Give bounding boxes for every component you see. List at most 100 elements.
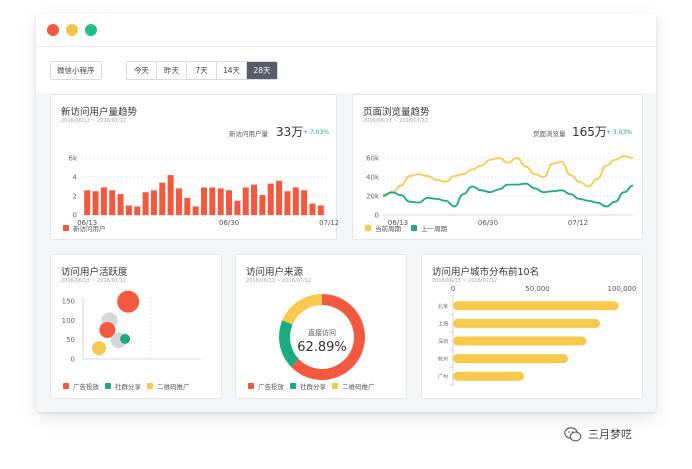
range-yesterday[interactable]: 昨天 [157,62,187,79]
x-tick-label: 07/12 [319,219,338,227]
scatter-point [117,290,140,313]
bar [217,188,224,215]
category-label: 杭州 [438,356,448,363]
category-label: 深圳 [438,338,448,345]
y-tick-label: 150 [62,297,75,305]
range-7d[interactable]: 7天 [187,62,217,79]
range-today[interactable]: 今天 [127,62,157,79]
legend-label: 当前周期 [375,225,401,233]
x-tick-label: 07/12 [568,219,588,227]
range-28d[interactable]: 28天 [247,62,277,79]
bar [309,203,316,215]
legend-swatch [63,383,69,389]
bar [192,206,199,215]
legend-item[interactable]: 上一周期 [411,223,447,233]
bar [292,187,299,215]
x-tick-label: 0 [451,285,455,293]
legend-swatch [411,225,417,231]
bar [284,191,291,215]
bar [184,197,191,215]
legend-swatch [248,383,254,389]
bar [109,190,116,215]
category-label: 广州 [438,373,448,380]
donut-center-label: 直接访问 [308,329,336,337]
wechat-watermark: 三月梦呓 [564,426,632,442]
legend-item[interactable]: 社群分享 [290,381,326,391]
legend-swatch [365,225,371,231]
series-line [382,182,634,208]
scatter-point [120,333,131,344]
cities-bar-chart: 0 50,000 100,000 北京上海深圳杭州广州 [438,285,637,386]
new-users-card: 新访问用户量趋势 2016/06/13 ~ 2016/07/12 新访问用户量 … [50,94,338,240]
cities-card: 访问用户城市分布前10名 2016/06/13 ~ 2016/07/12 0 50… [421,254,643,399]
y-tick-label: 100 [62,317,75,325]
bar [167,175,174,215]
legend-label: 广告投放 [73,383,99,391]
minimize-window-dot[interactable] [66,24,78,36]
bar [267,183,274,215]
y-tick-label: 6k [68,155,77,163]
y-tick-label: 60k [366,155,380,163]
bar [259,195,266,215]
bar [150,190,157,215]
legend-item[interactable]: 广告投放 [248,381,284,391]
legend-item[interactable]: 二维码推广 [332,381,375,391]
x-tick-label: 100,000 [608,285,637,293]
close-window-dot[interactable] [47,24,59,36]
x-tick-label: 06/30 [478,219,498,227]
bar [317,205,324,215]
new-users-bar-chart: 0246k06/13 06/30 07/12 [68,155,338,228]
date-range-selector: 今天 昨天 7天 14天 28天 [126,61,278,80]
legend-label: 新访问用户 [73,225,106,233]
app-select[interactable]: 微信小程序 [50,61,102,80]
x-tick-label: 50,000 [525,285,550,293]
legend-item[interactable]: 当前周期 [365,223,401,233]
bar [226,190,233,215]
legend-swatch [332,383,338,389]
legend-label: 上一周期 [421,225,447,233]
bar [117,194,124,215]
legend-label: 二维码推广 [157,383,190,391]
chart-legend: 广告投放 社群分享 二维码推广 [63,381,190,391]
bar [453,354,568,364]
legend-label: 二维码推广 [342,383,375,391]
bar [453,336,587,346]
bar [159,182,166,215]
y-tick-label: 40k [366,174,380,182]
legend-swatch [290,383,296,389]
legend-item[interactable]: 社群分享 [105,381,141,391]
y-tick-label: 2 [73,193,77,201]
legend-item[interactable]: 新访问用户 [63,223,106,233]
maximize-window-dot[interactable] [85,24,97,36]
activity-scatter-chart: 0 50 100 150 [62,290,201,364]
chart-legend: 当前周期 上一周期 [365,223,447,233]
bar [234,200,241,215]
legend-item[interactable]: 广告投放 [63,381,99,391]
series-line [382,155,634,195]
activity-card: 访问用户活跃度 2016/06/13 ~ 2016/07/12 0 50 100 15… [50,254,222,399]
page-views-line-chart: 020k40k60k06/13 06/30 07/12 [366,155,634,227]
bar [84,190,91,215]
app-window: 微信小程序 今天 昨天 7天 14天 28天 新访问用户量趋势 2016/06/… [36,14,656,412]
bar [200,187,208,215]
y-tick-label: 50 [66,336,75,344]
page-views-card: 页面浏览量趋势 2016/06/13 ~ 2016/07/12 页面浏览量 16… [352,94,643,240]
legend-item[interactable]: 二维码推广 [147,381,190,391]
scatter-point [92,341,107,356]
wechat-icon [564,426,582,441]
range-14d[interactable]: 14天 [217,62,247,79]
bar [242,187,249,215]
legend-swatch [147,383,153,389]
sources-card: 访问用户来源 2016/06/13 ~ 2016/07/12 直接访问 62.8… [235,254,407,399]
y-tick-label: 4 [73,174,78,182]
legend-swatch [105,383,111,389]
bar [142,192,149,215]
category-label: 北京 [438,303,448,310]
title-bar [36,14,656,47]
bar [251,184,258,215]
x-tick-label: 06/30 [219,219,239,227]
donut-slice [282,294,322,325]
bar [125,205,132,215]
bar [453,371,524,381]
watermark-text: 三月梦呓 [588,428,632,441]
